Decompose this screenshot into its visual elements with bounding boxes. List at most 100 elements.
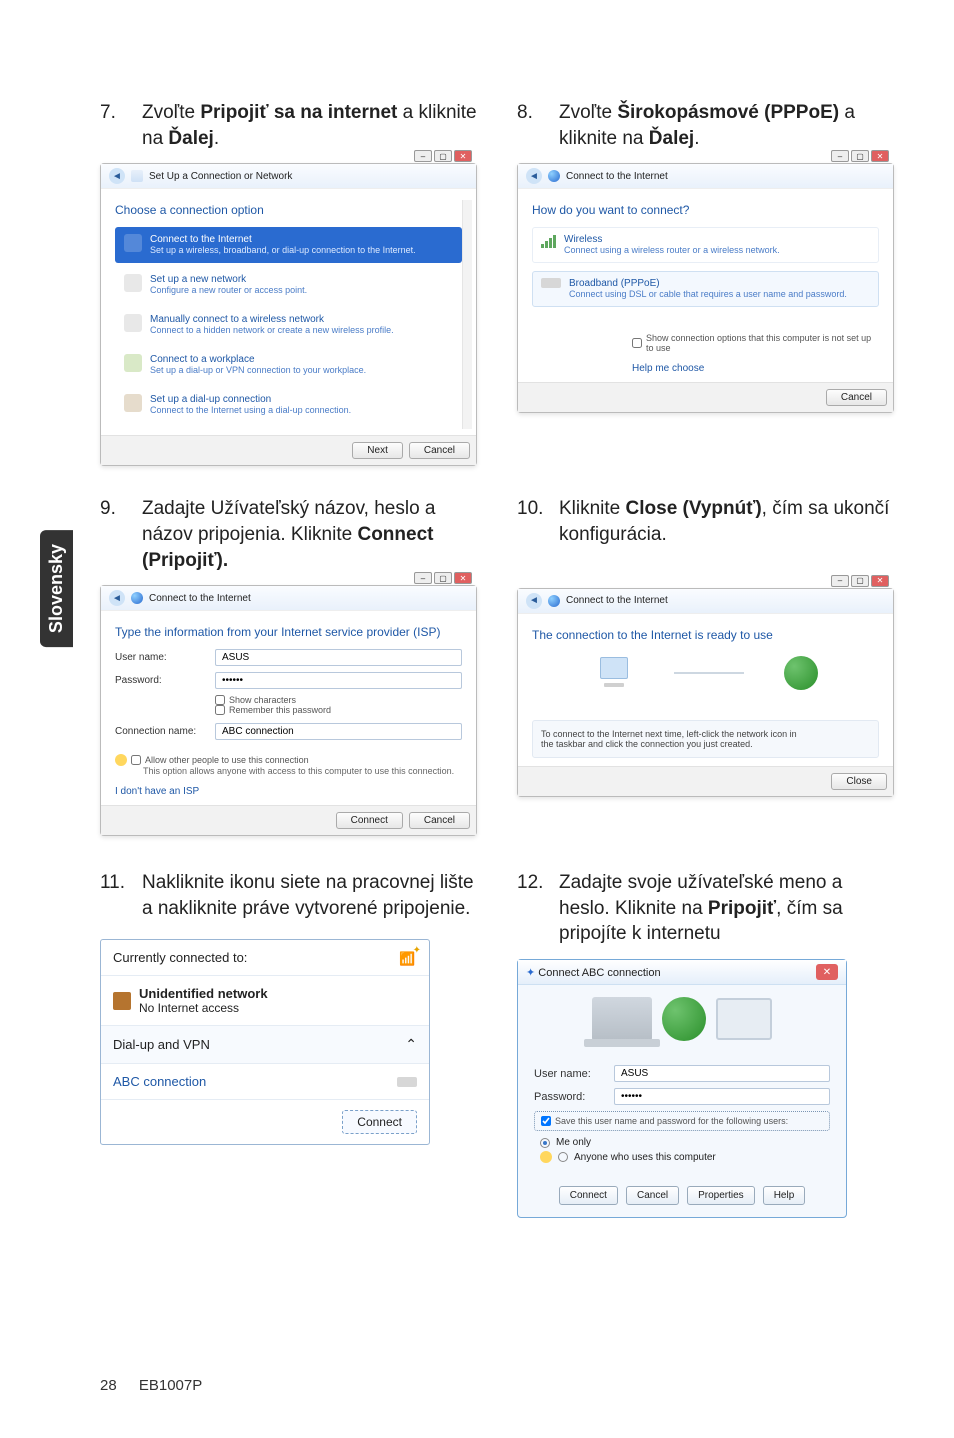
t: Kliknite xyxy=(559,498,626,519)
page-content: 7. Zvoľte Pripojiť sa na internet a klik… xyxy=(0,0,954,1258)
page-number: 28 xyxy=(100,1377,117,1394)
maximize-button[interactable]: ▢ xyxy=(434,572,452,584)
connect-icon: ✦ xyxy=(526,967,535,979)
close-button[interactable]: ✕ xyxy=(871,150,889,162)
option-broadband[interactable]: Broadband (PPPoE)Connect using DSL or ca… xyxy=(532,271,879,307)
back-icon[interactable]: ◄ xyxy=(526,593,542,609)
allow-others-checkbox[interactable]: Allow other people to use this connectio… xyxy=(115,754,462,766)
cancel-button[interactable]: Cancel xyxy=(409,442,470,459)
option-sub: Set up a dial-up or VPN connection to yo… xyxy=(150,365,366,375)
username-label: User name: xyxy=(534,1068,604,1080)
radio-me-only[interactable]: Me only xyxy=(540,1137,830,1148)
laptop-icon xyxy=(592,997,652,1041)
option-new-network[interactable]: Set up a new networkConfigure a new rout… xyxy=(115,267,462,303)
show-options-checkbox[interactable]: Show connection options that this comput… xyxy=(632,333,879,353)
checkbox-label: Allow other people to use this connectio… xyxy=(145,755,309,765)
allow-sub: This option allows anyone with access to… xyxy=(143,766,462,776)
t: Close (Vypnúť) xyxy=(626,498,762,519)
signal-icon xyxy=(541,234,556,248)
radio-icon xyxy=(558,1152,568,1162)
option-manual-wireless[interactable]: Manually connect to a wireless networkCo… xyxy=(115,307,462,343)
dialog-connect-internet-choose: – ▢ ✕ ◄ Connect to the Internet How do y… xyxy=(517,163,894,413)
option-dialup[interactable]: Set up a dial-up connectionConnect to th… xyxy=(115,387,462,423)
close-button[interactable]: ✕ xyxy=(454,150,472,162)
cancel-button[interactable]: Cancel xyxy=(409,812,470,829)
scrollbar[interactable] xyxy=(462,200,472,429)
help-link[interactable]: Help me choose xyxy=(632,363,879,374)
maximize-button[interactable]: ▢ xyxy=(851,150,869,162)
titlebar: ◄ Connect to the Internet xyxy=(101,586,476,611)
option-connect-internet[interactable]: Connect to the InternetSet up a wireless… xyxy=(115,227,462,263)
globe-icon xyxy=(124,234,142,252)
cancel-button[interactable]: Cancel xyxy=(626,1186,679,1205)
connect-button[interactable]: Connect xyxy=(342,1110,417,1134)
maximize-button[interactable]: ▢ xyxy=(434,150,452,162)
step-number: 8. xyxy=(517,100,541,151)
modem-icon xyxy=(541,278,561,288)
password-input[interactable] xyxy=(614,1088,830,1105)
option-sub: Connect using DSL or cable that requires… xyxy=(569,289,847,299)
model-name: EB1007P xyxy=(139,1377,202,1394)
dialog-title: Connect to the Internet xyxy=(566,171,668,182)
phone-icon xyxy=(124,394,142,412)
tray-connect-row: Connect xyxy=(101,1100,429,1144)
chevron-up-icon[interactable]: ⌃ xyxy=(405,1036,417,1053)
no-isp-link[interactable]: I don't have an ISP xyxy=(115,786,462,797)
properties-button[interactable]: Properties xyxy=(687,1186,755,1205)
page-footer: 28 EB1007P xyxy=(100,1377,202,1394)
save-checkbox[interactable] xyxy=(541,1116,551,1126)
titlebar: ✦ Connect ABC connection ✕ xyxy=(518,960,846,985)
checkbox[interactable] xyxy=(215,695,225,705)
cancel-button[interactable]: Cancel xyxy=(826,389,887,406)
next-button[interactable]: Next xyxy=(352,442,403,459)
tray-network-row: Unidentified network No Internet access xyxy=(101,976,429,1026)
globe-icon xyxy=(784,656,818,690)
t: . xyxy=(694,128,699,149)
minimize-button[interactable]: – xyxy=(831,575,849,587)
connect-button[interactable]: Connect xyxy=(336,812,403,829)
remember-checkbox[interactable]: Remember this password xyxy=(215,705,462,715)
password-input[interactable] xyxy=(215,672,462,689)
wireless-icon xyxy=(124,314,142,332)
tray-heading: Currently connected to: xyxy=(113,950,247,965)
connect-button[interactable]: Connect xyxy=(559,1186,618,1205)
network-status-icon: 📶 xyxy=(399,951,417,965)
step-text: Zvoľte Širokopásmové (PPPoE) a kliknite … xyxy=(559,100,894,151)
back-icon[interactable]: ◄ xyxy=(526,168,542,184)
close-button[interactable]: ✕ xyxy=(816,964,838,980)
checkbox[interactable] xyxy=(632,338,642,348)
dialog-title: Connect ABC connection xyxy=(538,967,660,979)
username-input[interactable] xyxy=(215,649,462,666)
minimize-button[interactable]: – xyxy=(414,150,432,162)
maximize-button[interactable]: ▢ xyxy=(851,575,869,587)
option-workplace[interactable]: Connect to a workplaceSet up a dial-up o… xyxy=(115,347,462,383)
minimize-button[interactable]: – xyxy=(831,150,849,162)
close-button[interactable]: ✕ xyxy=(871,575,889,587)
option-wireless[interactable]: WirelessConnect using a wireless router … xyxy=(532,227,879,263)
option-label: Manually connect to a wireless network xyxy=(150,314,324,325)
dialog-isp-info: – ▢ ✕ ◄ Connect to the Internet Type the… xyxy=(100,585,477,836)
step-number: 10. xyxy=(517,496,541,547)
checkbox[interactable] xyxy=(215,705,225,715)
titlebar: ◄ Set Up a Connection or Network xyxy=(101,164,476,189)
checkbox-label: Save this user name and password for the… xyxy=(555,1116,788,1126)
back-icon[interactable]: ◄ xyxy=(109,168,125,184)
radio-anyone[interactable]: Anyone who uses this computer xyxy=(540,1151,830,1163)
option-label: Connect to the Internet xyxy=(150,234,252,245)
username-input[interactable] xyxy=(614,1065,830,1082)
close-button-footer[interactable]: Close xyxy=(831,773,887,790)
step-text: Kliknite Close (Vypnúť), čím sa ukončí k… xyxy=(559,496,894,547)
checkbox[interactable] xyxy=(131,755,141,765)
help-button[interactable]: Help xyxy=(763,1186,806,1205)
minimize-button[interactable]: – xyxy=(414,572,432,584)
close-button[interactable]: ✕ xyxy=(454,572,472,584)
computer-icon xyxy=(594,657,634,689)
back-icon[interactable]: ◄ xyxy=(109,590,125,606)
tray-abc-row[interactable]: ABC connection xyxy=(101,1064,429,1100)
dialog-dial-connection: ✦ Connect ABC connection ✕ User name: xyxy=(517,959,847,1218)
option-label: Broadband (PPPoE) xyxy=(569,278,660,289)
connection-name-input[interactable] xyxy=(215,723,462,740)
step-text: Nakliknite ikonu siete na pracovnej lišt… xyxy=(142,870,477,921)
show-chars-checkbox[interactable]: Show characters xyxy=(215,695,462,705)
globe-icon xyxy=(548,595,560,607)
